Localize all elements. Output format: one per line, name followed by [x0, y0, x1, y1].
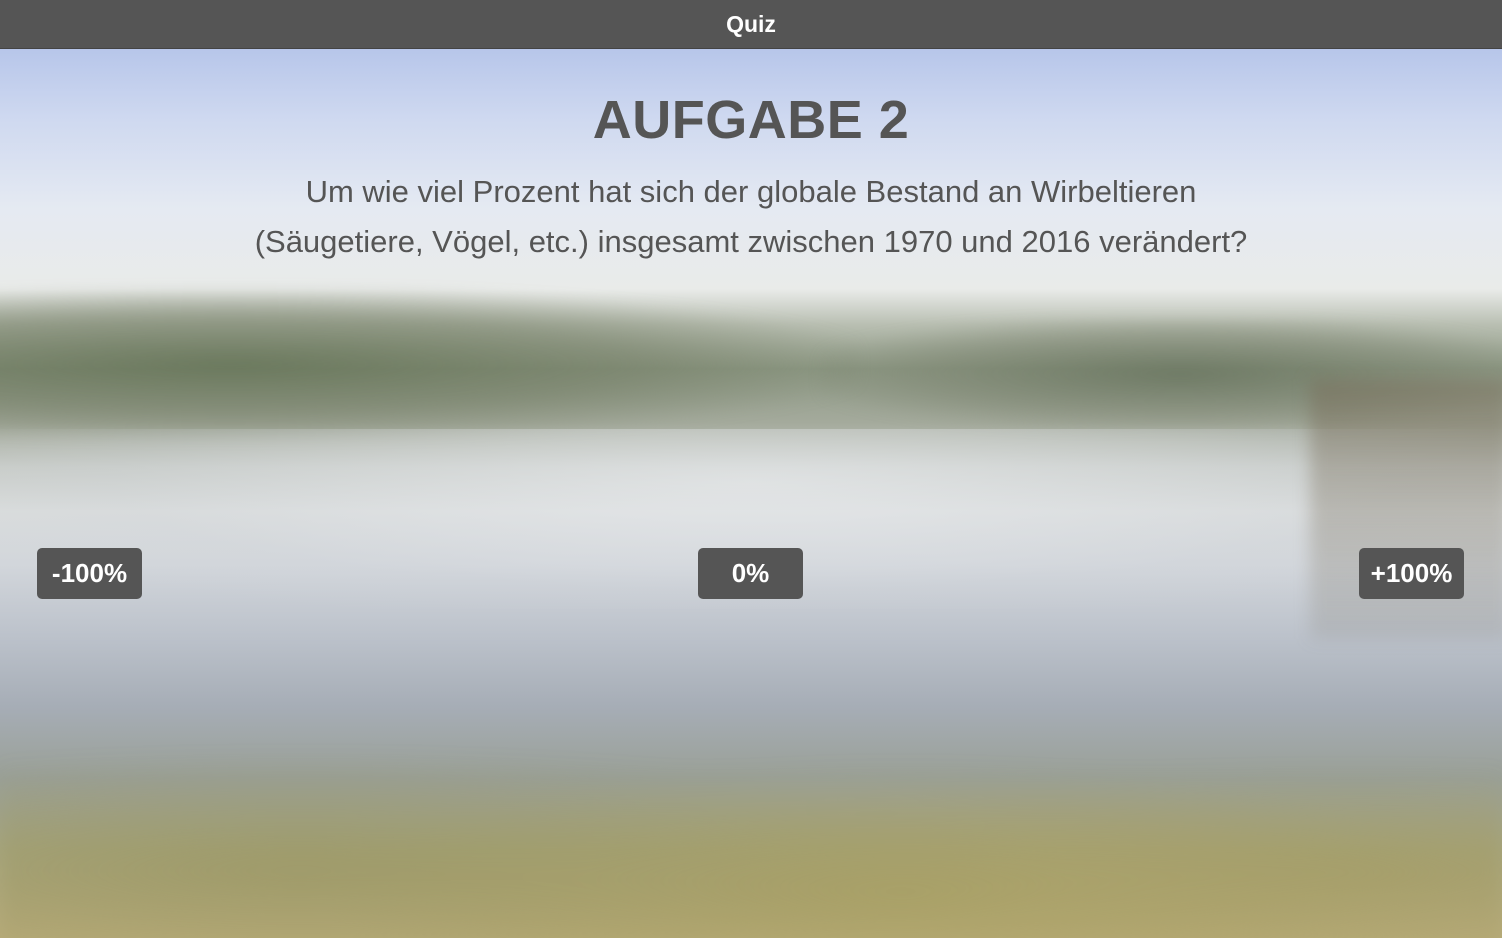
- question-line-2: (Säugetiere, Vögel, etc.) insgesamt zwis…: [254, 224, 1248, 259]
- task-title: AUFGABE 2: [592, 90, 910, 150]
- answer-minus-100-button[interactable]: -100%: [37, 548, 142, 599]
- answer-plus-100-button[interactable]: +100%: [1359, 548, 1464, 599]
- question-line-1: Um wie viel Prozent hat sich der globale…: [305, 174, 1197, 209]
- quiz-stage: AUFGABE 2 Um wie viel Prozent hat sich d…: [0, 49, 1502, 938]
- answer-zero-button[interactable]: 0%: [698, 548, 803, 599]
- background-trees-left: [0, 289, 860, 439]
- question-text: Um wie viel Prozent hat sich der globale…: [150, 167, 1352, 267]
- window-title-bar: Quiz: [0, 0, 1502, 49]
- quiz-app: Quiz AUFGABE 2 Um wie viel Prozent hat s…: [0, 0, 1502, 938]
- window-title: Quiz: [726, 10, 776, 37]
- background-reeds: [0, 689, 1502, 938]
- background-pier: [1310, 379, 1502, 639]
